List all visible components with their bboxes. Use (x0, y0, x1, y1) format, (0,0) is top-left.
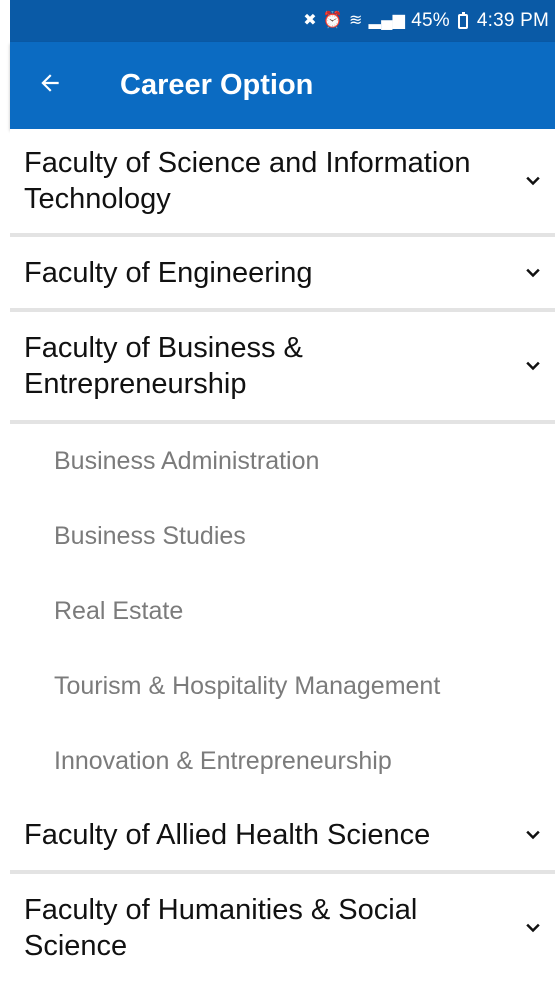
program-item[interactable]: Real Estate (10, 574, 555, 649)
chevron-down-icon (523, 918, 543, 938)
faculty-item-allied-health[interactable]: Faculty of Allied Health Science (10, 799, 555, 874)
battery-icon (457, 11, 468, 29)
alarm-icon: ⏰ (322, 12, 344, 29)
mute-vibrate-icon: ✖ (303, 12, 317, 29)
faculty-label: Faculty of Allied Health Science (24, 818, 431, 851)
faculty-item-engineering[interactable]: Faculty of Engineering (10, 237, 555, 312)
faculty-label: Faculty of Engineering (24, 256, 313, 289)
chevron-down-icon (523, 825, 543, 845)
page-title: Career Option (120, 69, 314, 101)
app-bar: Career Option (10, 42, 555, 129)
program-item[interactable]: Tourism & Hospitality Management (10, 649, 555, 724)
business-programs: Business Administration Business Studies… (10, 424, 555, 799)
wifi-icon: ≋ (349, 12, 363, 29)
arrow-left-icon (37, 70, 63, 101)
faculty-item-business[interactable]: Faculty of Business & Entrepreneurship (10, 312, 555, 424)
back-button[interactable] (10, 42, 90, 129)
faculty-item-humanities[interactable]: Faculty of Humanities & Social Science (10, 874, 555, 982)
program-item[interactable]: Innovation & Entrepreneurship (10, 724, 555, 799)
chevron-down-icon (523, 263, 543, 283)
faculty-list: Faculty of Science and Information Techn… (10, 129, 555, 982)
battery-percent: 45% (411, 10, 450, 31)
status-bar: ✖ ⏰ ≋ ▂▄▆ 45% 4:39 PM (10, 0, 555, 42)
faculty-label: Faculty of Science and Information Techn… (24, 147, 471, 215)
faculty-label: Faculty of Business & Entrepreneurship (24, 332, 303, 400)
clock: 4:39 PM (476, 10, 549, 31)
chevron-down-icon (523, 356, 543, 376)
program-item[interactable]: Business Administration (10, 424, 555, 499)
chevron-down-icon (523, 171, 543, 191)
program-item[interactable]: Business Studies (10, 499, 555, 574)
signal-icon: ▂▄▆ (368, 12, 406, 29)
faculty-item-science-it[interactable]: Faculty of Science and Information Techn… (10, 129, 555, 237)
faculty-label: Faculty of Humanities & Social Science (24, 894, 418, 962)
